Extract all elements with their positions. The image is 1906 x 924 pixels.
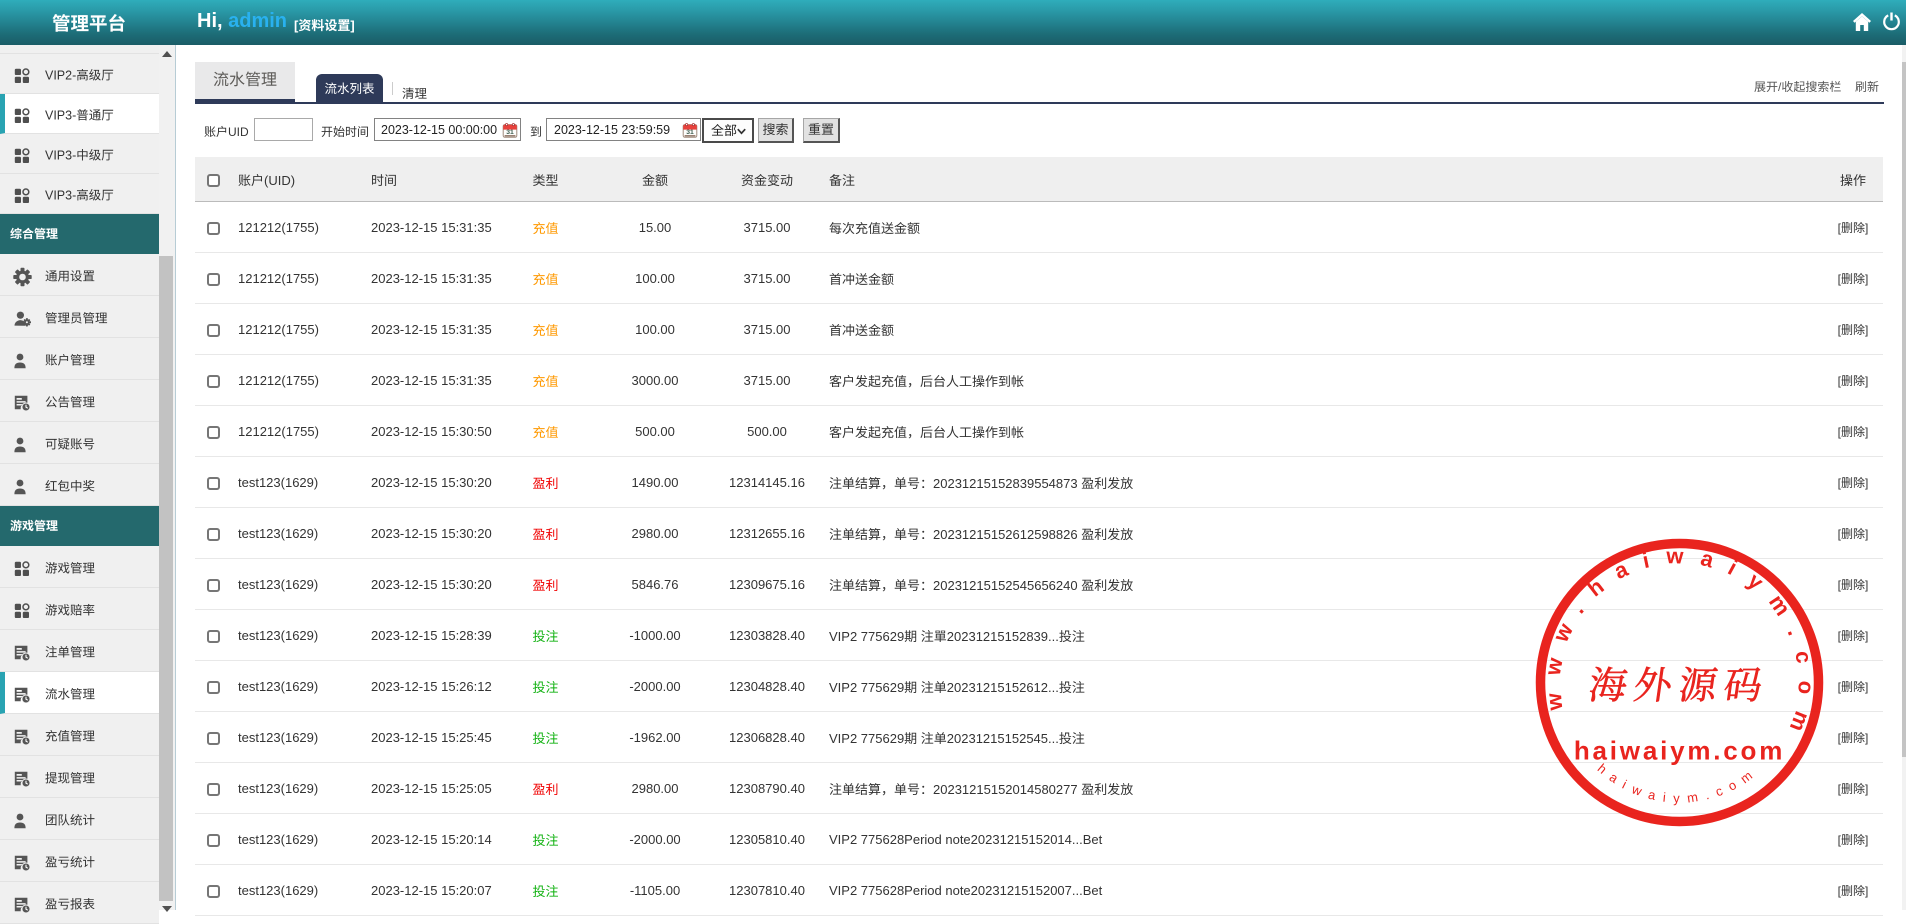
svg-text:海外源码: 海外源码 <box>1586 666 1772 708</box>
svg-text:www.haiwaiym.com: www.haiwaiym.com <box>1540 543 1820 750</box>
svg-text:haiwaiym.com: haiwaiym.com <box>1574 736 1785 766</box>
svg-text:haiwaiym.com: haiwaiym.com <box>1595 761 1762 806</box>
svg-text:31: 31 <box>686 129 694 136</box>
svg-text:31: 31 <box>506 129 514 136</box>
